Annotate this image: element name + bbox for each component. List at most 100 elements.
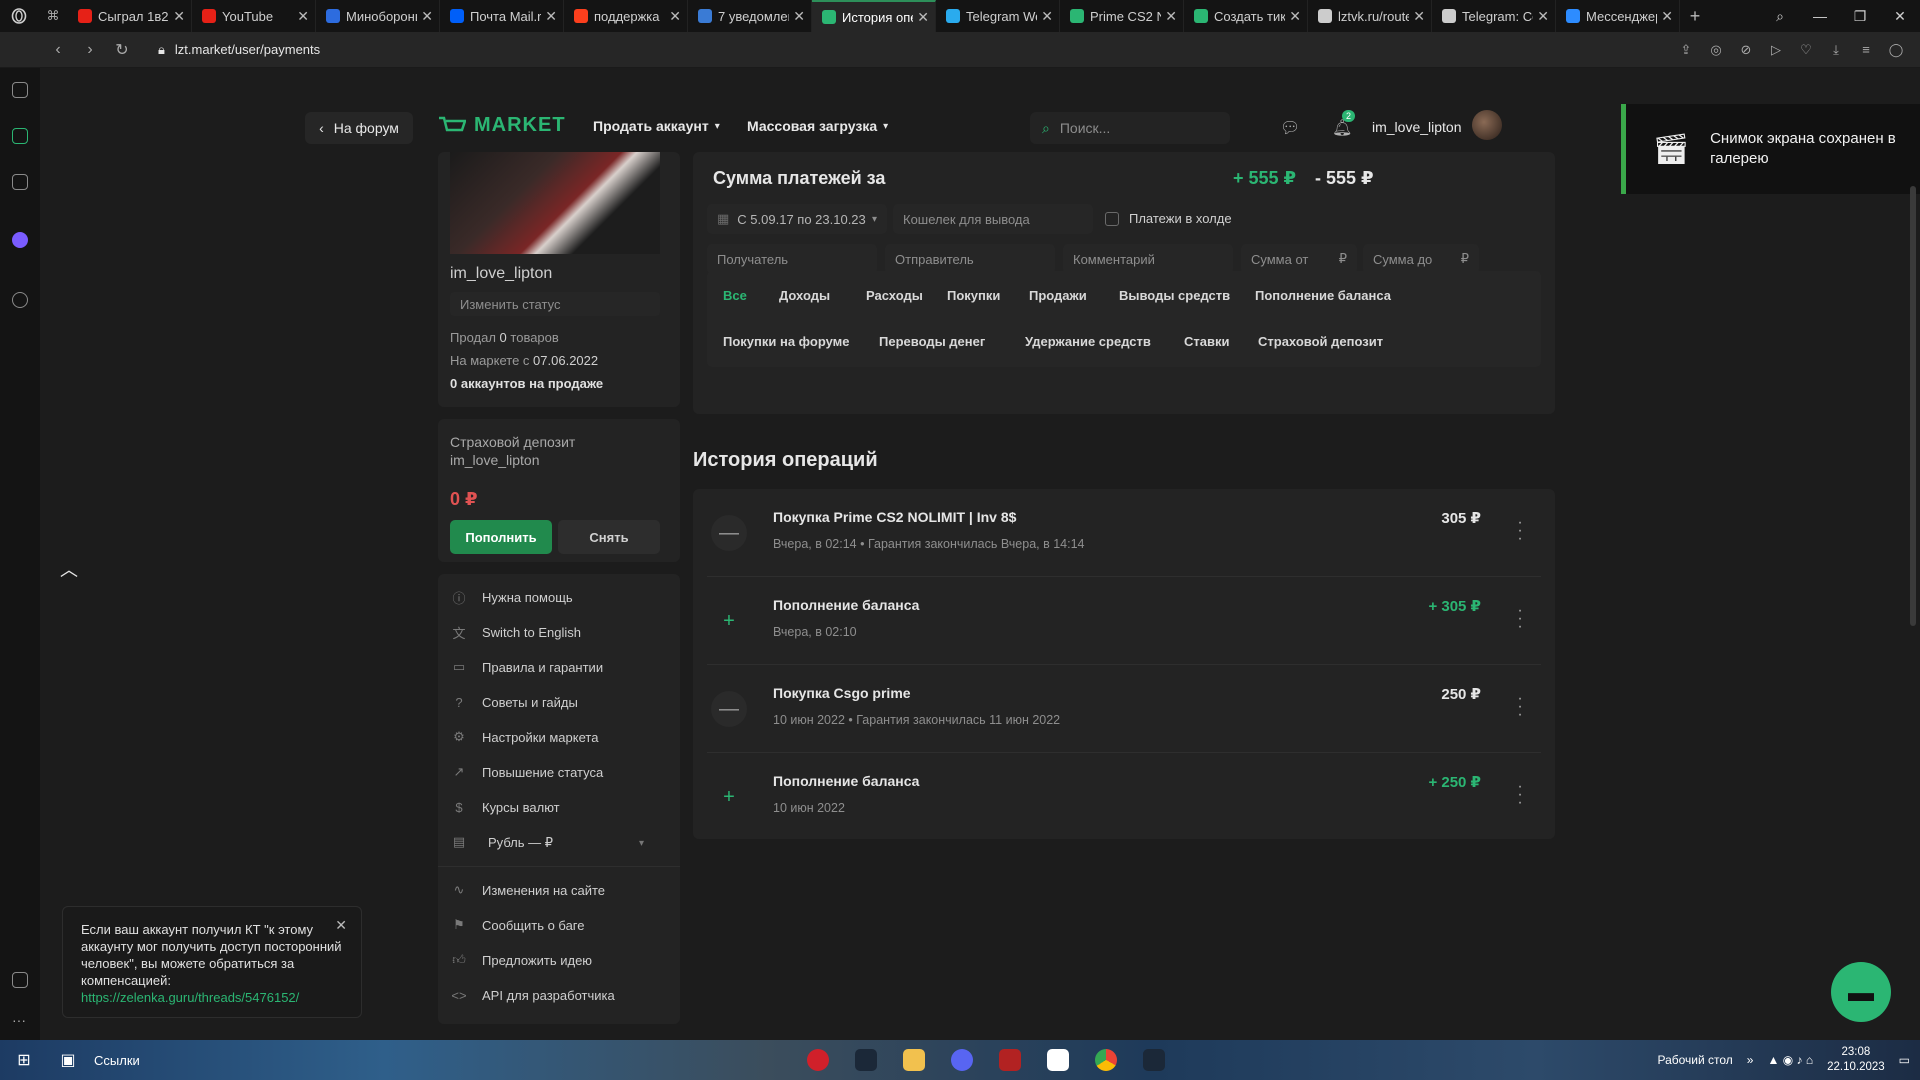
more-vertical-icon[interactable]: · · · xyxy=(1517,603,1523,635)
screenshot-saved-toast[interactable]: 🎬︎ Снимок экрана сохранен в галерею xyxy=(1621,104,1920,194)
conversations-icon[interactable]: 💬︎ xyxy=(1280,118,1300,138)
tab-holds[interactable]: Удержание средств xyxy=(1025,334,1151,349)
reload-button[interactable]: ↻ xyxy=(106,40,138,60)
link-english[interactable]: 文 Switch to English xyxy=(450,621,581,643)
forum-button[interactable]: ‹ На форум xyxy=(305,112,413,144)
browser-tab[interactable]: Сыграл 1в2, ✕ xyxy=(68,0,192,32)
page-scrollbar[interactable] xyxy=(1910,186,1916,626)
tray-icons[interactable]: ▲ ◉ ♪ ⌂ xyxy=(1767,1053,1813,1067)
more-vertical-icon[interactable]: · · · xyxy=(1517,779,1523,811)
operation-title[interactable]: Покупка Csgo prime xyxy=(773,685,911,701)
sidebar-shop-icon[interactable] xyxy=(12,82,28,98)
browser-tab[interactable]: YouTube ✕ xyxy=(192,0,316,32)
link-api[interactable]: <> API для разработчика xyxy=(450,984,614,1006)
deposit-button[interactable]: Пополнить xyxy=(450,520,552,554)
notice-link[interactable]: https://zelenka.guru/threads/5476152/ xyxy=(81,989,343,1006)
heart-icon[interactable]: ♡ xyxy=(1798,42,1814,58)
accounts-on-sale[interactable]: 0 аккаунтов на продаже xyxy=(450,376,603,391)
browser-tab[interactable]: Минобороны ✕ xyxy=(316,0,440,32)
recipient-input[interactable]: Получатель xyxy=(707,244,877,274)
adblock-icon[interactable]: ⊘ xyxy=(1738,42,1754,58)
tab-search-icon[interactable]: ⌕ xyxy=(1760,8,1800,25)
close-tab-icon[interactable]: ✕ xyxy=(421,8,433,25)
currency-select[interactable]: Рубль — ₽ ▾ xyxy=(482,830,650,856)
download-icon[interactable]: ⤓ xyxy=(1828,42,1844,58)
back-button[interactable]: ‹ xyxy=(42,41,74,59)
discord-task-icon[interactable] xyxy=(938,1040,986,1080)
market-logo[interactable]: MARKET xyxy=(438,114,566,137)
operation-title[interactable]: Пополнение баланса xyxy=(773,773,919,789)
link-status-up[interactable]: ↗ Повышение статуса xyxy=(450,761,604,783)
link-settings[interactable]: ⚙ Настройки маркета xyxy=(450,726,598,748)
link-rules[interactable]: ▭ Правила и гарантии xyxy=(450,656,603,678)
minimize-button[interactable]: — xyxy=(1800,8,1840,24)
close-tab-icon[interactable]: ✕ xyxy=(917,9,929,26)
close-tab-icon[interactable]: ✕ xyxy=(1041,8,1053,25)
tab-manager-icon[interactable]: ⌘ xyxy=(38,0,68,32)
close-tab-icon[interactable]: ✕ xyxy=(545,8,557,25)
comment-input[interactable]: Комментарий xyxy=(1063,244,1233,274)
link-tips[interactable]: ? Советы и гайды xyxy=(450,691,577,713)
list-item[interactable]: — Покупка Csgo prime 10 июн 2022 • Гаран… xyxy=(707,665,1541,753)
support-chat-button[interactable]: ▬ xyxy=(1831,962,1891,1022)
close-tab-icon[interactable]: ✕ xyxy=(173,8,185,25)
list-item[interactable]: + Пополнение баланса 10 июн 2022 + 250 ₽… xyxy=(707,753,1541,841)
tab-all[interactable]: Все xyxy=(723,288,747,303)
desktop-label[interactable]: Рабочий стол xyxy=(1657,1053,1732,1067)
close-tab-icon[interactable]: ✕ xyxy=(297,8,309,25)
windows-start-icon[interactable]: ⊞ xyxy=(0,1050,48,1070)
browser-tab[interactable]: 7 уведомлен ✕ xyxy=(688,0,812,32)
browser-tab[interactable]: Prime CS2 N ✕ xyxy=(1060,0,1184,32)
browser-tab[interactable]: Почта Mail.ru ✕ xyxy=(440,0,564,32)
withdraw-button[interactable]: Снять xyxy=(558,520,660,554)
menu-icon[interactable]: ≡ xyxy=(1858,42,1874,58)
tab-forum-purchases[interactable]: Покупки на форуме xyxy=(723,334,850,349)
send-icon[interactable]: ▷ xyxy=(1768,42,1784,58)
clock[interactable]: 23:08 22.10.2023 xyxy=(1827,1045,1885,1075)
close-tab-icon[interactable]: ✕ xyxy=(1413,8,1425,25)
close-tab-icon[interactable]: ✕ xyxy=(1289,8,1301,25)
search-input[interactable] xyxy=(1059,120,1210,136)
sidebar-messenger-icon[interactable] xyxy=(12,232,28,248)
app2-task-icon[interactable] xyxy=(1034,1040,1082,1080)
scroll-top-icon[interactable]: ︿ xyxy=(60,556,78,582)
url-field[interactable]: 🔒︎ lzt.market/user/payments xyxy=(158,42,320,58)
browser-tab[interactable]: поддержка ✕ xyxy=(564,0,688,32)
tab-bets[interactable]: Ставки xyxy=(1184,334,1229,349)
browser-tab[interactable]: lztvk.ru/route ✕ xyxy=(1308,0,1432,32)
wallet-input[interactable]: Кошелек для вывода xyxy=(893,204,1093,234)
new-tab-button[interactable]: + xyxy=(1680,6,1710,27)
tab-sales[interactable]: Продажи xyxy=(1029,288,1087,303)
explorer-task-icon[interactable] xyxy=(890,1040,938,1080)
sum-from-input[interactable]: Сумма от ₽ xyxy=(1241,244,1357,274)
notifications-center-icon[interactable]: ▭ xyxy=(1899,1053,1910,1067)
list-item[interactable]: + Пополнение баланса Вчера, в 02:10 + 30… xyxy=(707,577,1541,665)
close-tab-icon[interactable]: ✕ xyxy=(793,8,805,25)
status-input[interactable]: Изменить статус xyxy=(450,292,660,316)
tab-expenses[interactable]: Расходы xyxy=(866,288,923,303)
steam2-task-icon[interactable] xyxy=(1130,1040,1178,1080)
share-icon[interactable]: ⇪ xyxy=(1678,42,1694,58)
operation-title[interactable]: Покупка Prime CS2 NOLIMIT | Inv 8$ xyxy=(773,509,1016,525)
sell-account-menu[interactable]: Продать аккаунт ▾ xyxy=(593,118,720,134)
list-item[interactable]: — Покупка Prime CS2 NOLIMIT | Inv 8$ Вче… xyxy=(707,489,1541,577)
close-tab-icon[interactable]: ✕ xyxy=(1537,8,1549,25)
sidebar-history-icon[interactable] xyxy=(12,292,28,308)
browser-tab[interactable]: История опе ✕ xyxy=(812,0,936,32)
tab-purchases[interactable]: Покупки xyxy=(947,288,1000,303)
link-rates[interactable]: $ Курсы валют xyxy=(450,796,559,818)
close-icon[interactable]: ✕ xyxy=(335,917,347,934)
avatar[interactable] xyxy=(1472,110,1502,140)
operation-title[interactable]: Пополнение баланса xyxy=(773,597,919,613)
browser-tab[interactable]: Создать тике✕ xyxy=(1184,0,1308,32)
taskbar-links[interactable]: Ссылки xyxy=(94,1053,794,1068)
hold-payments-checkbox[interactable]: Платежи в холде xyxy=(1105,211,1232,226)
browser-tab[interactable]: Telegram: Co ✕ xyxy=(1432,0,1556,32)
link-idea[interactable]: 👍︎ Предложить идею xyxy=(450,949,592,971)
tab-transfers[interactable]: Переводы денег xyxy=(879,334,985,349)
tab-insurance[interactable]: Страховой депозит xyxy=(1258,334,1383,349)
sender-input[interactable]: Отправитель xyxy=(885,244,1055,274)
date-range-select[interactable]: ▦ С 5.09.17 по 23.10.23 ▾ xyxy=(707,204,887,234)
close-tab-icon[interactable]: ✕ xyxy=(1661,8,1673,25)
restore-button[interactable]: ❐ xyxy=(1840,8,1880,25)
